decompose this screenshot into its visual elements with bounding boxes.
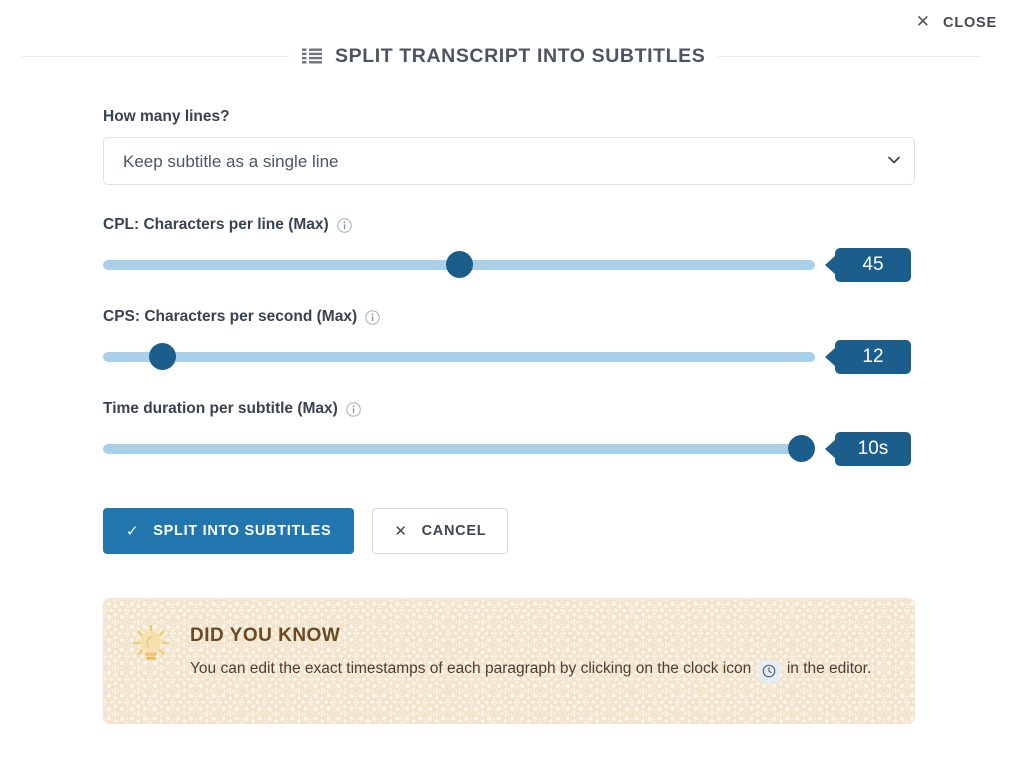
slider-label-duration: Time duration per subtitle (Max): [103, 400, 915, 418]
header-divider-left: [22, 55, 288, 57]
slider-track-fill-duration: [103, 444, 815, 454]
slider-track-fill-cps: [103, 352, 815, 362]
slider-label-duration-text: Time duration per subtitle (Max): [103, 400, 338, 417]
slider-group-cps: CPS: Characters per second (Max) 12: [103, 308, 915, 374]
info-circle-icon[interactable]: [346, 401, 361, 417]
cancel-button-label: CANCEL: [421, 523, 487, 539]
dialog-header: SPLIT TRANSCRIPT INTO SUBTITLES: [0, 42, 1017, 70]
did-you-know-body-part1: You can edit the exact timestamps of eac…: [190, 660, 752, 677]
slider-label-cpl-text: CPL: Characters per line (Max): [103, 216, 329, 233]
cancel-button[interactable]: ✕ CANCEL: [372, 508, 509, 554]
slider-thumb-duration[interactable]: [787, 435, 815, 462]
lightbulb-icon: [132, 624, 170, 660]
slider-row-duration: 10s: [103, 432, 915, 466]
slider-label-cps: CPS: Characters per second (Max): [103, 308, 915, 326]
header-divider-right: [718, 55, 983, 57]
did-you-know-text-block: DID YOU KNOW You can edit the exact time…: [190, 621, 871, 682]
close-x-icon: ✕: [394, 522, 408, 540]
badge-pointer-icon: [825, 440, 835, 458]
split-into-subtitles-button[interactable]: ✓ SPLIT INTO SUBTITLES: [103, 508, 355, 554]
slider-value-duration: 10s: [835, 432, 911, 466]
slider-group-cpl: CPL: Characters per line (Max) 45: [103, 216, 915, 282]
slider-track-duration[interactable]: [103, 432, 815, 466]
top-bar: ✕ CLOSE: [0, 0, 1017, 44]
page-title-text: SPLIT TRANSCRIPT INTO SUBTITLES: [335, 44, 706, 67]
slider-badge-wrap-cps: 12: [825, 340, 911, 374]
clock-icon-chip[interactable]: [758, 660, 780, 682]
slider-track-cps[interactable]: [103, 340, 815, 374]
badge-pointer-icon: [825, 348, 835, 366]
did-you-know-title: DID YOU KNOW: [190, 625, 341, 646]
info-circle-icon[interactable]: [336, 217, 352, 233]
slider-group-duration: Time duration per subtitle (Max) 10s: [103, 400, 915, 466]
badge-pointer-icon: [825, 256, 835, 274]
split-button-label: SPLIT INTO SUBTITLES: [153, 523, 332, 539]
close-x-icon: ✕: [915, 12, 931, 32]
did-you-know-body-part2: in the editor.: [786, 660, 872, 677]
lines-select[interactable]: Keep subtitle as a single line: [103, 137, 915, 185]
info-circle-icon[interactable]: [365, 309, 380, 325]
slider-track-cpl[interactable]: [103, 248, 815, 282]
page-title: SPLIT TRANSCRIPT INTO SUBTITLES: [302, 45, 705, 68]
slider-thumb-cps[interactable]: [149, 343, 177, 370]
lines-select-wrap: Keep subtitle as a single line: [103, 137, 915, 185]
lines-field-group: How many lines? Keep subtitle as a singl…: [103, 108, 915, 185]
slider-label-cps-text: CPS: Characters per second (Max): [103, 308, 358, 325]
slider-row-cps: 12: [103, 340, 915, 374]
action-buttons: ✓ SPLIT INTO SUBTITLES ✕ CANCEL: [103, 508, 915, 554]
lines-field-label: How many lines?: [103, 108, 230, 125]
slider-value-cpl: 45: [835, 248, 911, 282]
slider-label-cpl: CPL: Characters per line (Max): [103, 216, 915, 234]
list-lines-icon: [302, 48, 322, 64]
did-you-know-content: DID YOU KNOW You can edit the exact time…: [104, 599, 914, 682]
slider-value-cps: 12: [835, 340, 911, 374]
slider-badge-wrap-cpl: 45: [825, 248, 911, 282]
split-settings-form: How many lines? Keep subtitle as a singl…: [103, 108, 915, 724]
slider-badge-wrap-duration: 10s: [825, 432, 911, 466]
close-button[interactable]: ✕ CLOSE: [916, 14, 997, 31]
slider-thumb-cpl[interactable]: [446, 251, 473, 278]
did-you-know-card: DID YOU KNOW You can edit the exact time…: [103, 598, 915, 724]
slider-row-cpl: 45: [103, 248, 915, 282]
did-you-know-body: You can edit the exact timestamps of eac…: [190, 656, 871, 682]
close-button-label: CLOSE: [943, 14, 997, 31]
clock-icon: [762, 664, 776, 678]
check-icon: ✓: [126, 522, 140, 540]
